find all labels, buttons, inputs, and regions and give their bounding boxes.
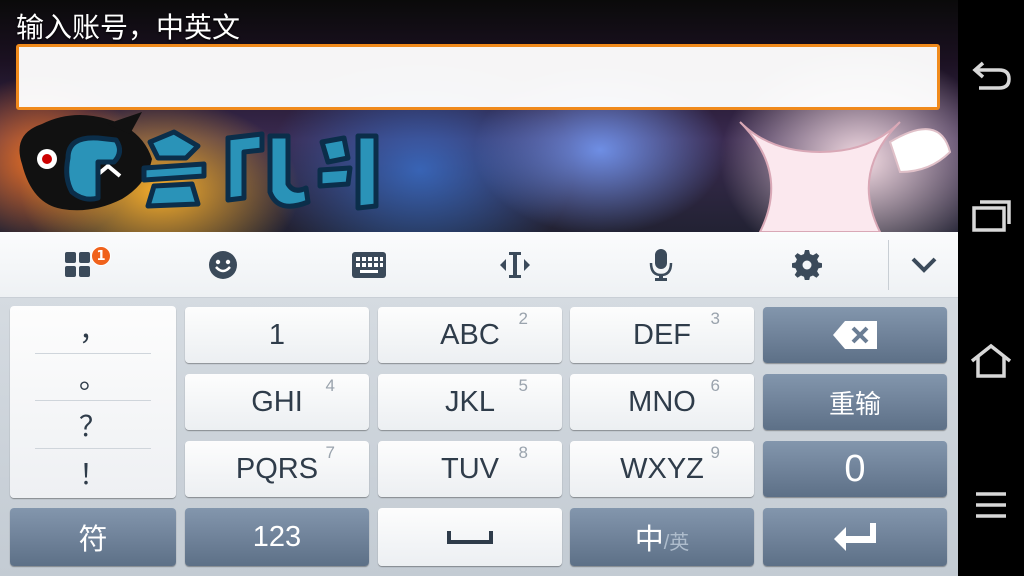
key-digit: 3 (710, 309, 720, 328)
key-pqrs[interactable]: PQRS 7 (185, 441, 369, 497)
home-icon (970, 343, 1012, 378)
keyboard-icon (352, 252, 386, 278)
microphone-icon (649, 249, 673, 281)
key-ghi[interactable]: GHI 4 (185, 374, 369, 430)
space-key[interactable] (378, 508, 562, 566)
key-label: GHI (251, 385, 303, 418)
backspace-icon (833, 321, 877, 349)
apps-grid-button[interactable]: 1 (5, 232, 151, 298)
collapse-chevron-icon (911, 257, 936, 273)
key-label: TUV (441, 452, 499, 485)
account-input-label: 输入账号，中英文 (16, 11, 241, 44)
language-switch-key[interactable]: 中 /英 (570, 508, 754, 566)
back-button[interactable] (966, 50, 1016, 100)
menu-button[interactable] (966, 480, 1016, 530)
key-mno[interactable]: MNO 6 (570, 374, 754, 430)
key-label: DEF (633, 318, 691, 351)
reinput-key[interactable]: 重输 (763, 374, 947, 430)
t9-keyboard: ， 。 ？ ！ 1 ABC 2 DEF 3 GHI 4 JKL 5 MNO 6 … (0, 298, 958, 576)
backspace-key[interactable] (763, 307, 947, 363)
cursor-move-button[interactable] (442, 232, 588, 298)
key-label: ABC (440, 318, 500, 351)
punct-divider (35, 400, 151, 401)
game-logo (64, 129, 379, 211)
punct-key-period[interactable]: 。 (10, 354, 176, 400)
key-label-primary: 中 (634, 524, 664, 556)
key-jkl[interactable]: JKL 5 (378, 374, 562, 430)
system-nav-bar (958, 0, 1024, 576)
key-digit: 9 (710, 443, 720, 462)
key-1[interactable]: 1 (185, 307, 369, 363)
key-digit: 5 (518, 376, 528, 395)
apps-grid-icon (65, 252, 90, 277)
key-digit: 8 (518, 443, 528, 462)
key-wxyz[interactable]: WXYZ 9 (570, 441, 754, 497)
punct-divider (35, 448, 151, 449)
key-digit: 6 (710, 376, 720, 395)
emoji-icon (209, 251, 237, 279)
enter-key[interactable] (763, 508, 947, 566)
key-0[interactable]: 0 (763, 441, 947, 497)
settings-button[interactable] (734, 232, 880, 298)
key-digit: 2 (518, 309, 528, 328)
recent-apps-icon (972, 200, 1011, 232)
voice-input-button[interactable] (588, 232, 734, 298)
key-digit: 7 (325, 443, 335, 462)
recent-apps-button[interactable] (966, 190, 1016, 240)
punct-key-comma[interactable]: ， (10, 306, 176, 352)
back-icon (972, 61, 1011, 90)
punct-key-exclaim[interactable]: ！ (10, 450, 176, 496)
notification-badge: 1 (91, 246, 111, 266)
key-label-secondary: /英 (663, 531, 690, 554)
settings-gear-icon (792, 250, 822, 280)
key-label: 1 (268, 318, 286, 351)
keyboard-switch-button[interactable] (296, 232, 442, 298)
emoji-button[interactable] (150, 232, 296, 298)
home-button[interactable] (966, 336, 1016, 386)
key-label: MNO (628, 385, 696, 418)
punct-key-question[interactable]: ？ (10, 402, 176, 448)
symbol-key[interactable]: 符 (10, 508, 176, 566)
anime-character-image (739, 121, 952, 232)
game-banner-area: 输入账号，中英文 (0, 0, 958, 232)
cursor-move-icon (500, 252, 530, 278)
key-tuv[interactable]: TUV 8 (378, 441, 562, 497)
key-abc[interactable]: ABC 2 (378, 307, 562, 363)
menu-icon (976, 492, 1006, 518)
key-label: JKL (445, 385, 495, 418)
collapse-keyboard-button[interactable] (889, 232, 958, 298)
key-label: WXYZ (620, 452, 704, 485)
key-label: 123 (252, 520, 302, 553)
space-icon (447, 531, 493, 544)
enter-icon (834, 523, 876, 551)
key-digit: 4 (325, 376, 335, 395)
key-label: 符 (78, 524, 108, 556)
punctuation-column: ， 。 ？ ！ (10, 306, 176, 498)
key-label: 0 (844, 447, 866, 490)
numbers-key[interactable]: 123 (185, 508, 369, 566)
key-label: PQRS (235, 452, 319, 485)
account-input[interactable] (16, 44, 940, 110)
keyboard-toolbar: 1 (0, 232, 958, 298)
key-def[interactable]: DEF 3 (570, 307, 754, 363)
key-label: 重输 (828, 388, 881, 419)
